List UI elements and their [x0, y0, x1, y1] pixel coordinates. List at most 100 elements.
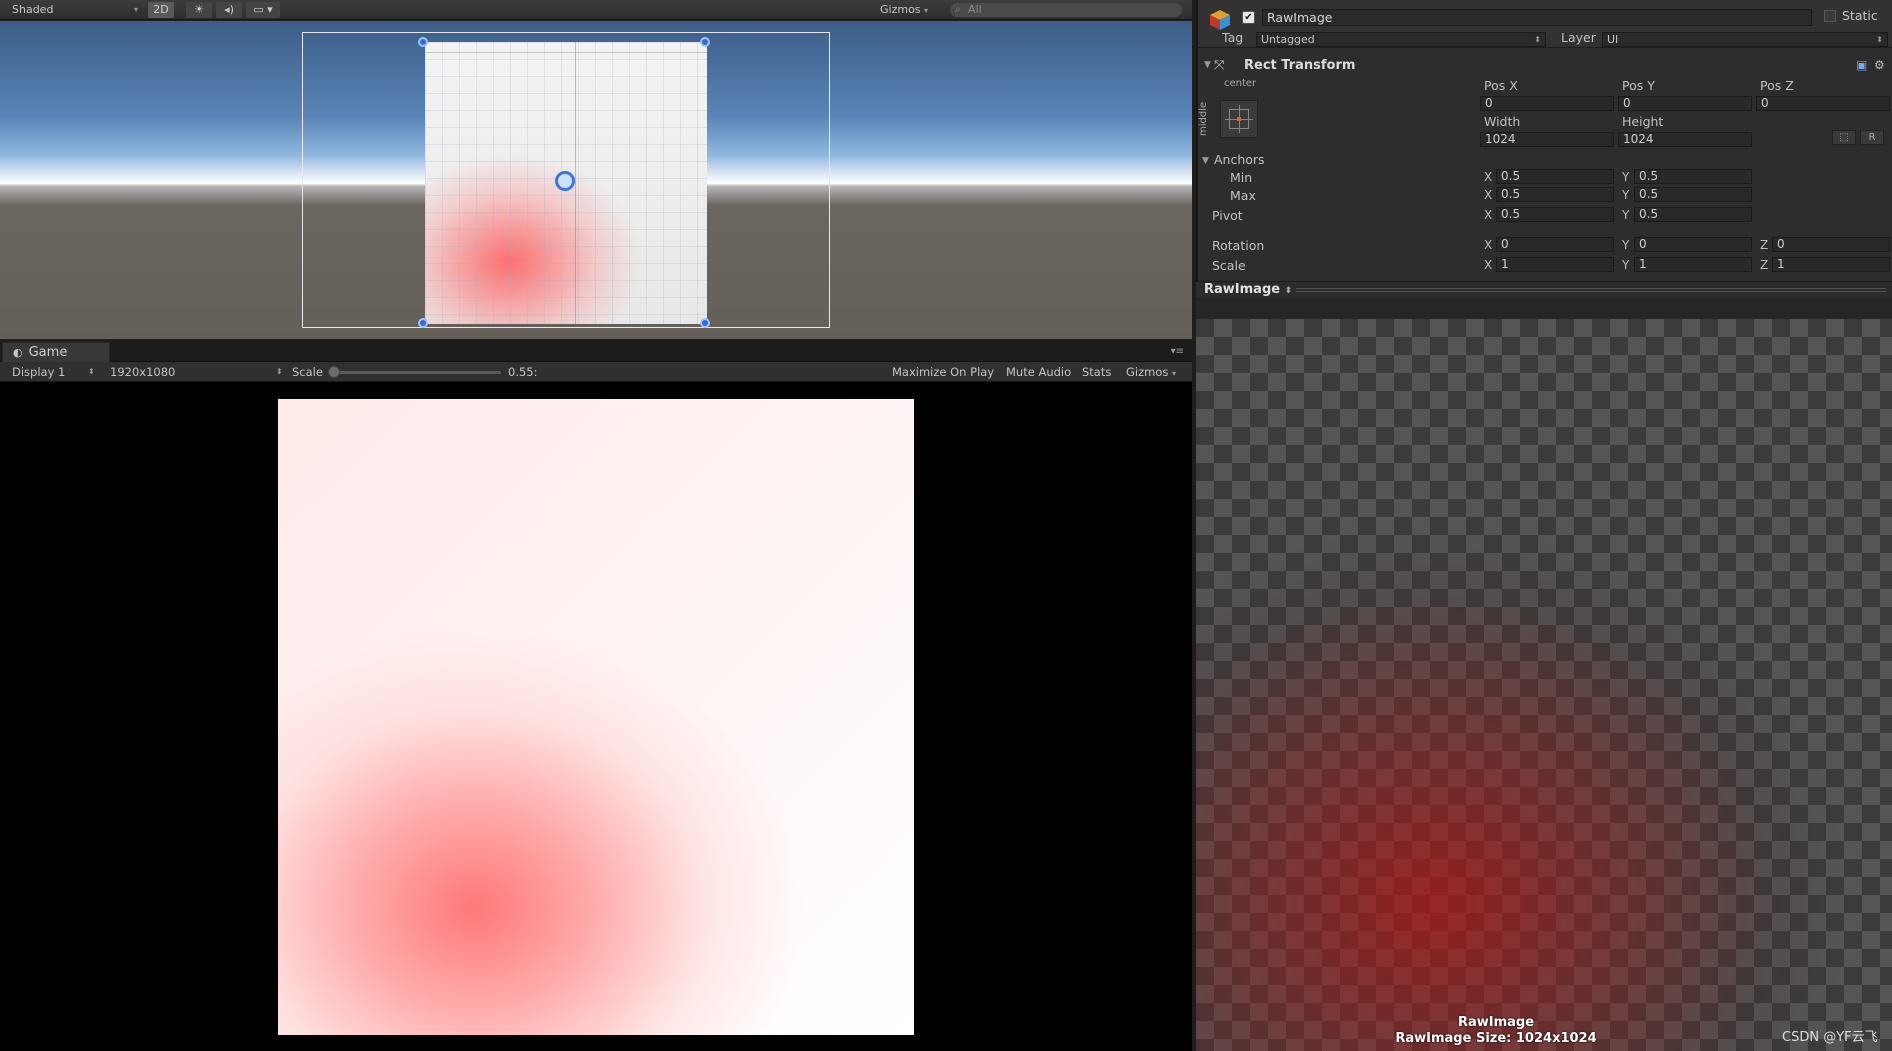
display-dropdown[interactable]: Display 1 ⬍: [12, 362, 96, 382]
anchor-min-y-field[interactable]: 0.5: [1634, 169, 1752, 184]
anchor-min-x-field[interactable]: 0.5: [1496, 169, 1614, 184]
anchor-preset-dot-icon: [1237, 117, 1241, 121]
scene-search-input[interactable]: ⌕ All: [950, 3, 1182, 17]
anchors-foldout-icon[interactable]: ▼: [1202, 156, 1209, 166]
rect-transform-icon: ⤧: [1214, 58, 1225, 73]
raw-edit-button[interactable]: R: [1860, 130, 1884, 145]
audio-toggle-icon[interactable]: ◂): [216, 2, 242, 18]
scale-label: Scale: [292, 365, 323, 379]
gear-icon[interactable]: ⚙: [1874, 58, 1885, 72]
preview-toolbar: [1196, 297, 1892, 319]
layer-dropdown[interactable]: UI ⬍: [1602, 32, 1888, 47]
preview-title-text: RawImage: [1204, 282, 1281, 297]
anchor-preset-v-label: middle: [1198, 101, 1209, 137]
anchor-max-x-field[interactable]: 0.5: [1496, 187, 1614, 202]
tag-dropdown[interactable]: Untagged ⬍: [1256, 32, 1546, 47]
scale-slider-track[interactable]: [333, 371, 501, 374]
pivot-x-field[interactable]: 0.5: [1496, 207, 1614, 222]
pos-z-label: Pos Z: [1760, 78, 1794, 93]
stats-toggle[interactable]: Stats: [1082, 362, 1111, 382]
dropdown-arrow-icon: ▾: [1172, 369, 1177, 378]
static-checkbox[interactable]: [1824, 10, 1836, 22]
width-field[interactable]: 1024: [1480, 132, 1614, 147]
dropdown-arrow-icon: ▾: [924, 6, 929, 15]
preview-header[interactable]: RawImage ⬍: [1196, 281, 1892, 297]
shading-mode-dropdown[interactable]: Shaded ▾: [6, 2, 142, 18]
rect-transform-title: Rect Transform: [1244, 58, 1356, 73]
watermark: CSDN @YF云飞: [1782, 1030, 1878, 1045]
min-y-axis: Y: [1622, 170, 1630, 184]
scale-label: Scale: [1212, 258, 1246, 273]
dropdown-arrow-icon: ⬍: [88, 367, 95, 376]
layer-value: UI: [1607, 33, 1619, 46]
rotation-y-field[interactable]: 0: [1634, 237, 1752, 252]
tab-game-label: Game: [28, 345, 68, 360]
scale-x-field[interactable]: 1: [1496, 257, 1614, 272]
game-viewport[interactable]: [0, 382, 1192, 1051]
maximize-on-play-toggle[interactable]: Maximize On Play: [892, 362, 994, 382]
pos-y-label: Pos Y: [1622, 78, 1655, 93]
effects-toggle-icon[interactable]: ▭ ▾: [246, 2, 280, 18]
pivot-y-axis: Y: [1622, 208, 1630, 222]
rotation-z-field[interactable]: 0: [1772, 237, 1890, 252]
preview-caption-name: RawImage: [1457, 1015, 1535, 1030]
height-field[interactable]: 1024: [1618, 132, 1752, 147]
rect-transform-header[interactable]: ▼ ⤧ Rect Transform ▣ ⚙: [1198, 55, 1892, 77]
lighting-toggle-icon[interactable]: ☀: [186, 2, 212, 18]
rotation-x-field[interactable]: 0: [1496, 237, 1614, 252]
dropdown-arrow-icon: ▾: [133, 5, 138, 14]
panel-menu-icon[interactable]: ▾≡: [1171, 346, 1184, 357]
max-x-axis: X: [1484, 188, 1493, 202]
anchor-preset-h-label: center: [1224, 78, 1257, 89]
object-name-field[interactable]: RawImage: [1262, 9, 1812, 26]
scale-slider-knob[interactable]: [328, 366, 340, 378]
tag-value: Untagged: [1261, 33, 1315, 46]
pos-y-field[interactable]: 0: [1618, 96, 1752, 111]
rect-handle-top-left[interactable]: [418, 37, 428, 47]
texture-preview: RawImage RawImage Size: 1024x1024: [1196, 319, 1892, 1051]
scale-x-axis: X: [1484, 258, 1493, 272]
help-icon[interactable]: ▣: [1856, 58, 1867, 72]
max-y-axis: Y: [1622, 188, 1630, 202]
min-label: Min: [1230, 170, 1253, 185]
scene-viewport[interactable]: [0, 21, 1192, 339]
scale-value: 0.55:: [508, 365, 538, 379]
tab-game[interactable]: ◐ Game: [2, 342, 110, 362]
max-label: Max: [1230, 188, 1256, 203]
foldout-arrow-icon[interactable]: ▼: [1204, 60, 1211, 70]
toggle-2d-button[interactable]: 2D: [148, 2, 174, 18]
pos-z-field[interactable]: 0: [1756, 96, 1890, 111]
scene-gizmos-dropdown[interactable]: Gizmos ▾: [880, 2, 942, 18]
scale-z-field[interactable]: 1: [1772, 257, 1890, 272]
resolution-label: 1920x1080: [110, 365, 176, 379]
preview-texture: [1196, 319, 1892, 1051]
height-label: Height: [1622, 114, 1664, 129]
blueprint-mode-icon[interactable]: ⬚: [1832, 130, 1856, 145]
anchor-presets-button[interactable]: [1220, 100, 1258, 138]
search-placeholder: All: [968, 3, 982, 16]
pos-x-field[interactable]: 0: [1480, 96, 1614, 111]
scene-gizmos-label: Gizmos: [880, 3, 921, 16]
inspector-panel: ✔ RawImage Static Tag Untagged ⬍ Layer UI…: [1196, 0, 1892, 295]
rect-handle-bottom-left[interactable]: [418, 318, 428, 328]
pivot-handle-icon[interactable]: [555, 171, 575, 191]
dropdown-arrow-icon: ⬍: [276, 367, 283, 376]
resolution-dropdown[interactable]: 1920x1080 ⬍: [110, 362, 284, 382]
pivot-y-field[interactable]: 0.5: [1634, 207, 1752, 222]
scale-z-axis: Z: [1760, 258, 1769, 272]
active-checkbox[interactable]: ✔: [1242, 11, 1255, 24]
mute-audio-toggle[interactable]: Mute Audio: [1006, 362, 1071, 382]
preview-caption-size: RawImage Size: 1024x1024: [1395, 1031, 1597, 1046]
preview-drag-handle[interactable]: [1296, 288, 1886, 292]
scale-y-axis: Y: [1622, 258, 1630, 272]
inspector-header: ✔ RawImage Static Tag Untagged ⬍ Layer UI…: [1198, 0, 1892, 48]
rect-handle-bottom-right[interactable]: [700, 318, 710, 328]
preview-dropdown-icon[interactable]: ⬍: [1285, 286, 1293, 296]
anchor-max-y-field[interactable]: 0.5: [1634, 187, 1752, 202]
scene-toolbar: Shaded ▾ 2D ☀ ◂) ▭ ▾ Gizmos ▾ ⌕ All: [0, 0, 1192, 20]
search-icon: ⌕: [955, 4, 961, 15]
game-gizmos-dropdown[interactable]: Gizmos ▾: [1126, 362, 1176, 384]
scale-y-field[interactable]: 1: [1634, 257, 1752, 272]
rect-handle-top-right[interactable]: [700, 37, 710, 47]
pos-x-label: Pos X: [1484, 78, 1518, 93]
